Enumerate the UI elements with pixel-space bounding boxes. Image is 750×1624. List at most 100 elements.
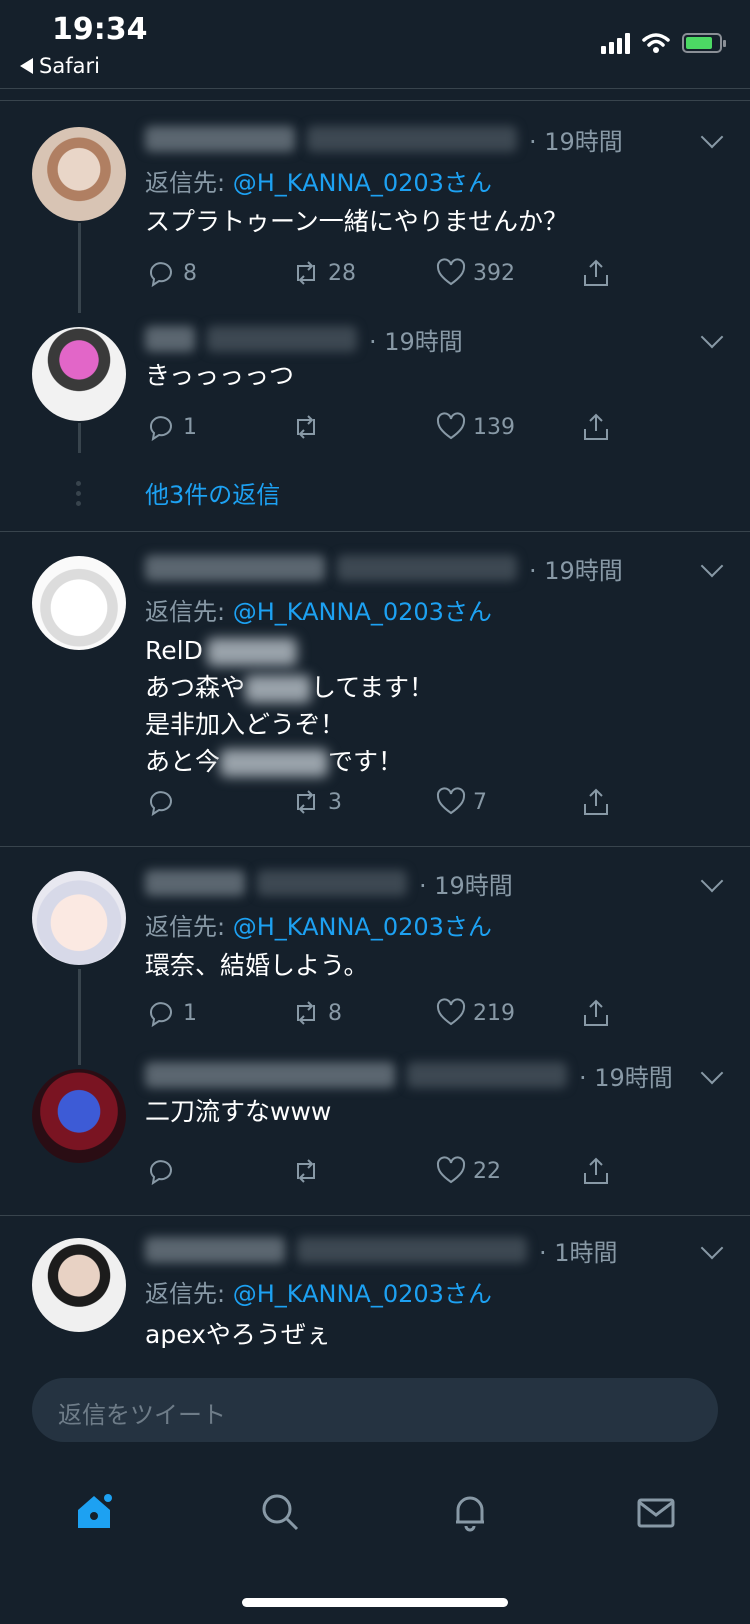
tweet-header: · 19時間 — [145, 1057, 730, 1093]
like-button[interactable]: 219 — [435, 993, 580, 1033]
tweet-text: スプラトゥーン一緒にやりませんか？ — [145, 207, 569, 236]
retweet-button[interactable] — [290, 407, 435, 447]
reply-to-prefix: 返信先: — [145, 1280, 233, 1308]
retweet-button[interactable]: 28 — [290, 253, 435, 293]
tab-home[interactable] — [64, 1482, 124, 1542]
retweet-button[interactable]: 3 — [290, 782, 435, 822]
tab-messages[interactable] — [626, 1482, 686, 1542]
reply-button[interactable]: 8 — [145, 253, 290, 293]
reply-to: 返信先: @H_KANNA_0203さん — [145, 907, 492, 942]
reply-handle[interactable]: @H_KANNA_0203さん — [233, 913, 492, 941]
avatar[interactable] — [32, 871, 126, 965]
tweet-header: · 19時間 — [145, 550, 730, 586]
tweet[interactable]: · 19時間 きっっっっつ 1 139 — [0, 311, 750, 461]
reply-button[interactable] — [145, 1151, 290, 1191]
like-button[interactable]: 139 — [435, 407, 580, 447]
reply-icon — [150, 416, 172, 442]
reply-count: 1 — [183, 1000, 197, 1026]
tweet-actions: 22 — [145, 1151, 665, 1191]
tweet-time: · 19時間 — [419, 871, 513, 900]
reply-feed[interactable]: · 19時間 返信先: @H_KANNA_0203さん スプラトゥーン一緒にやり… — [0, 100, 750, 1359]
reply-handle[interactable]: @H_KANNA_0203さん — [233, 169, 492, 197]
reply-button[interactable]: 1 — [145, 407, 290, 447]
tweet-actions: 3 7 — [145, 782, 665, 822]
tweet-text-line: です！ — [328, 747, 404, 776]
retweet-count: 8 — [328, 1000, 342, 1026]
reply-handle[interactable]: @H_KANNA_0203さん — [233, 1280, 492, 1308]
tab-notifications[interactable] — [440, 1482, 500, 1542]
thread-line — [78, 423, 81, 453]
tweet-text: きっっっっつ — [145, 361, 295, 390]
tweet-header: · 19時間 — [145, 321, 730, 357]
heart-icon — [436, 412, 466, 440]
avatar[interactable] — [32, 127, 126, 221]
retweet-button[interactable] — [290, 1151, 435, 1191]
tweet[interactable]: · 19時間 返信先: @H_KANNA_0203さん RelD あつ森や してま… — [0, 532, 750, 846]
tweet-text-line: あつ森や — [145, 673, 246, 702]
like-button[interactable]: 392 — [435, 253, 580, 293]
tweet-text-line: してます！ — [311, 673, 435, 702]
tab-search[interactable] — [250, 1482, 310, 1542]
tweet[interactable]: · 19時間 返信先: @H_KANNA_0203さん 環奈、結婚しよう。 1 … — [0, 847, 750, 1055]
reply-button[interactable]: 1 — [145, 993, 290, 1033]
messages-icon — [637, 1498, 675, 1528]
tweet-text: RelD あつ森や してます！ 是非加入どうぞ！ あと今 です！ — [145, 632, 710, 780]
tweet-time: · 19時間 — [369, 327, 463, 356]
share-button[interactable] — [580, 993, 640, 1033]
heart-icon — [436, 998, 466, 1026]
reply-composer[interactable]: 返信をツイート — [32, 1378, 718, 1442]
share-icon — [584, 413, 608, 440]
reply-button[interactable] — [145, 782, 290, 822]
avatar[interactable] — [32, 1069, 126, 1163]
home-indicator[interactable] — [242, 1598, 508, 1607]
avatar[interactable] — [32, 327, 126, 421]
tweet[interactable]: · 19時間 二刀流すなwww 22 — [0, 1055, 750, 1215]
tweet-text-line: RelD — [145, 636, 203, 665]
reply-icon — [150, 1002, 172, 1028]
reply-to: 返信先: @H_KANNA_0203さん — [145, 1274, 492, 1309]
reply-to: 返信先: @H_KANNA_0203さん — [145, 592, 492, 627]
status-icons — [601, 32, 726, 54]
reply-thread: · 19時間 返信先: @H_KANNA_0203さん RelD あつ森や してま… — [0, 532, 750, 847]
share-button[interactable] — [580, 1151, 640, 1191]
retweet-count: 3 — [328, 789, 342, 815]
tweet-time: · 19時間 — [579, 1063, 673, 1092]
back-to-safari[interactable]: Safari — [20, 54, 100, 78]
tweet-text: 二刀流すなwww — [145, 1097, 332, 1126]
thread-line — [78, 969, 81, 1065]
reply-thread: · 19時間 返信先: @H_KANNA_0203さん 環奈、結婚しよう。 1 … — [0, 847, 750, 1216]
avatar[interactable] — [32, 1238, 126, 1332]
like-button[interactable]: 22 — [435, 1151, 580, 1191]
reply-thread: · 19時間 返信先: @H_KANNA_0203さん スプラトゥーン一緒にやり… — [0, 101, 750, 532]
reply-to-prefix: 返信先: — [145, 169, 233, 197]
share-button[interactable] — [580, 253, 640, 293]
reply-icon — [150, 791, 172, 817]
share-button[interactable] — [580, 782, 640, 822]
retweet-count: 28 — [328, 260, 356, 286]
retweet-button[interactable]: 8 — [290, 993, 435, 1033]
thread-line — [78, 223, 81, 313]
more-replies-link[interactable]: 他3件の返信 — [145, 475, 280, 510]
reply-icon — [150, 1160, 172, 1186]
reply-count: 1 — [183, 414, 197, 440]
share-button[interactable] — [580, 407, 640, 447]
retweet-icon — [297, 415, 315, 439]
home-icon — [78, 1494, 112, 1528]
back-triangle-icon — [20, 58, 33, 74]
tweet[interactable]: · 1時間 返信先: @H_KANNA_0203さん apexやろうぜぇ — [0, 1216, 750, 1359]
tweet[interactable]: · 19時間 返信先: @H_KANNA_0203さん スプラトゥーン一緒にやり… — [0, 101, 750, 311]
retweet-icon — [297, 1001, 315, 1025]
reply-handle[interactable]: @H_KANNA_0203さん — [233, 598, 492, 626]
status-bar: 19:34 Safari — [0, 0, 750, 92]
battery-icon — [682, 33, 726, 53]
like-button[interactable]: 7 — [435, 782, 580, 822]
reply-composer-placeholder[interactable]: 返信をツイート — [58, 1395, 226, 1430]
tweet-time: · 19時間 — [529, 127, 623, 156]
reply-to-prefix: 返信先: — [145, 913, 233, 941]
share-icon — [584, 999, 608, 1026]
retweet-icon — [297, 1159, 315, 1183]
like-count: 392 — [473, 260, 515, 286]
avatar[interactable] — [32, 556, 126, 650]
tweet-header: · 19時間 — [145, 865, 730, 901]
reply-icon — [150, 262, 172, 288]
